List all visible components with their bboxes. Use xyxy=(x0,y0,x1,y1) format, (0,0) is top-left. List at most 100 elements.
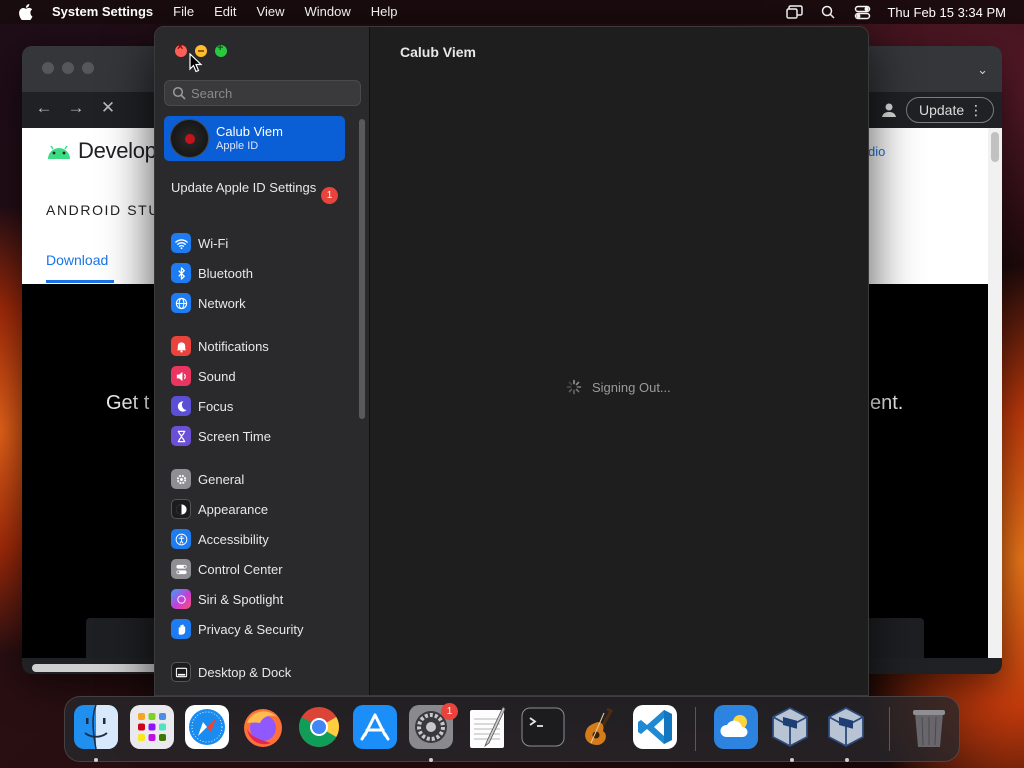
update-button-label: Update xyxy=(919,102,965,118)
globe-icon xyxy=(171,293,191,313)
sidebar-item-label: Control Center xyxy=(198,561,283,577)
account-name: Calub Viem xyxy=(216,124,283,139)
trash-icon[interactable] xyxy=(907,705,951,749)
sidebar-item-sound[interactable]: Sound xyxy=(171,365,351,387)
system-settings-window: Calub Viem Apple ID Update Apple ID Sett… xyxy=(154,26,869,696)
search-input[interactable] xyxy=(191,83,351,103)
sidebar-item-notifications[interactable]: Notifications xyxy=(171,335,351,357)
mouse-cursor-icon xyxy=(189,53,203,73)
sidebar-item-label: Notifications xyxy=(198,338,269,354)
dock-icon xyxy=(171,662,191,682)
speaker-icon xyxy=(171,366,191,386)
sidebar-item-label: Desktop & Dock xyxy=(198,664,292,680)
close-button[interactable] xyxy=(175,41,187,57)
menu-edit[interactable]: Edit xyxy=(204,0,246,24)
screen-mirroring-icon[interactable] xyxy=(777,4,811,20)
sidebar-item-privacy-security[interactable]: Privacy & Security xyxy=(171,618,351,640)
sidebar-item-siri-spotlight[interactable]: Siri & Spotlight xyxy=(171,588,351,610)
sidebar-scrollbar[interactable] xyxy=(359,119,365,419)
sidebar-item-network[interactable]: Network xyxy=(171,292,351,314)
menu-file[interactable]: File xyxy=(163,0,204,24)
sidebar-item-label: General xyxy=(198,471,245,487)
running-indicator xyxy=(790,758,794,762)
more-vertical-icon[interactable]: ⋮ xyxy=(969,98,983,122)
garageband-icon[interactable] xyxy=(577,705,621,749)
hero-screenshot-right xyxy=(862,618,924,658)
sidebar-item-label: Privacy & Security xyxy=(198,621,304,637)
android-studio-heading: ANDROID STU xyxy=(46,202,161,218)
running-indicator xyxy=(845,758,849,762)
account-subtitle: Apple ID xyxy=(216,140,259,152)
control-center-tray-icon[interactable] xyxy=(845,5,879,20)
apple-menu-icon[interactable] xyxy=(0,4,52,20)
menu-window[interactable]: Window xyxy=(294,0,360,24)
browser-update-button[interactable]: Update ⋮ xyxy=(906,97,994,123)
finder-icon[interactable] xyxy=(74,705,118,749)
sidebar-item-screen-time[interactable]: Screen Time xyxy=(171,425,351,447)
profile-icon[interactable] xyxy=(880,101,898,119)
android-developers-logo[interactable]: Develope xyxy=(46,138,169,164)
sidebar-item-label: Wi-Fi xyxy=(198,235,229,251)
spotlight-search-icon[interactable] xyxy=(811,5,845,20)
menu-app-name[interactable]: System Settings xyxy=(52,0,163,24)
weather-icon[interactable] xyxy=(714,705,758,749)
menu-clock[interactable]: Thu Feb 15 3:34 PM xyxy=(887,5,1006,20)
terminal-icon[interactable] xyxy=(521,705,565,749)
vscode-icon[interactable] xyxy=(633,705,677,749)
update-apple-id-settings-row[interactable]: Update Apple ID Settings xyxy=(171,180,346,196)
tab-download[interactable]: Download xyxy=(46,252,108,268)
forward-arrow-icon[interactable]: → xyxy=(64,98,88,118)
sidebar-item-label: Accessibility xyxy=(198,531,269,547)
sidebar-item-general[interactable]: General xyxy=(171,468,351,490)
sidebar-item-label: Sound xyxy=(198,368,236,384)
hourglass-icon xyxy=(171,426,191,446)
sidebar-item-label: Screen Time xyxy=(198,428,271,444)
running-indicator xyxy=(429,758,433,762)
tab-search-chevron-icon[interactable]: ⌄ xyxy=(977,62,988,78)
sidebar-item-label: Appearance xyxy=(198,501,269,517)
control-center-icon xyxy=(171,559,191,579)
virtualbox-vm-icon[interactable] xyxy=(824,705,868,749)
tab-active-indicator xyxy=(46,280,114,283)
accessibility-icon xyxy=(171,529,191,549)
virtualbox-icon[interactable] xyxy=(768,705,812,749)
hero-screenshot-left xyxy=(86,618,156,658)
scrollbar-thumb[interactable] xyxy=(991,132,999,162)
back-arrow-icon[interactable]: ← xyxy=(32,98,56,118)
textedit-icon[interactable] xyxy=(465,705,509,749)
chrome-icon[interactable] xyxy=(297,705,341,749)
sidebar-item-appearance[interactable]: Appearance xyxy=(171,498,351,520)
gear-icon xyxy=(171,469,191,489)
page-vertical-scrollbar[interactable] xyxy=(988,128,1002,658)
browser-minimize-button[interactable] xyxy=(62,62,74,74)
search-field[interactable] xyxy=(164,80,361,106)
menu-view[interactable]: View xyxy=(247,0,295,24)
zoom-button[interactable] xyxy=(215,42,227,57)
notification-badge: 1 xyxy=(321,187,338,204)
sidebar-item-wifi[interactable]: Wi-Fi xyxy=(171,232,351,254)
launchpad-icon[interactable] xyxy=(130,705,174,749)
settings-content-pane: Calub Viem Signing Out... xyxy=(370,27,868,695)
sidebar-item-bluetooth[interactable]: Bluetooth xyxy=(171,262,351,284)
app-store-icon[interactable] xyxy=(353,705,397,749)
spinner-icon xyxy=(566,379,582,395)
sidebar-item-label: Siri & Spotlight xyxy=(198,591,284,607)
sidebar-item-focus[interactable]: Focus xyxy=(171,395,351,417)
stop-loading-icon[interactable]: ✕ xyxy=(96,98,120,118)
sidebar-item-control-center[interactable]: Control Center xyxy=(171,558,351,580)
signing-out-status: Signing Out... xyxy=(566,379,671,395)
header-link-partial[interactable]: dio xyxy=(868,144,885,159)
menu-help[interactable]: Help xyxy=(361,0,408,24)
search-icon xyxy=(172,86,186,100)
dock-separator xyxy=(695,707,696,751)
safari-icon[interactable] xyxy=(185,705,229,749)
apple-id-account-row[interactable]: Calub Viem Apple ID xyxy=(164,116,345,161)
status-text: Signing Out... xyxy=(592,379,671,395)
dock: 1 xyxy=(64,696,960,762)
browser-zoom-button[interactable] xyxy=(82,62,94,74)
browser-close-button[interactable] xyxy=(42,62,54,74)
settings-sidebar: Calub Viem Apple ID Update Apple ID Sett… xyxy=(155,27,370,695)
firefox-icon[interactable] xyxy=(241,705,285,749)
sidebar-item-accessibility[interactable]: Accessibility xyxy=(171,528,351,550)
sidebar-item-desktop-dock[interactable]: Desktop & Dock xyxy=(171,661,351,683)
